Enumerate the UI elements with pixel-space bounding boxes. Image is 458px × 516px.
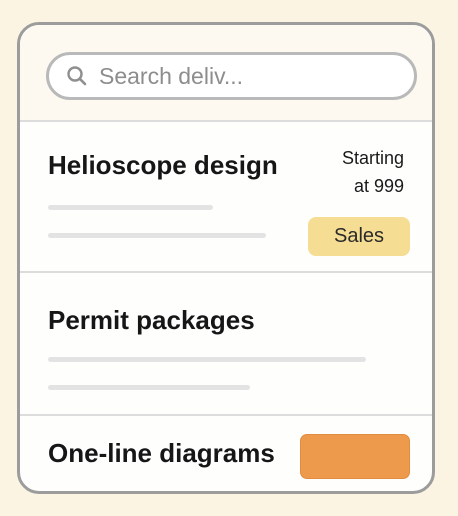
list-item-one-line-diagrams[interactable]: One-line diagrams [20,416,432,491]
placeholder-line [48,385,250,390]
placeholder-line [48,205,213,210]
price-line-2: at 999 [353,176,404,196]
placeholder-line [48,233,266,238]
search-bar[interactable] [46,52,417,100]
list-item-helioscope-design[interactable]: Helioscope design Starting at 999 Sales [20,122,432,273]
search-input[interactable] [99,62,369,90]
price-line-1: Starting [341,148,404,168]
item-price: Starting at 999 [284,144,404,200]
item-title: Permit packages [48,305,255,335]
card-header [20,25,432,122]
deliverables-card: Helioscope design Starting at 999 Sales … [17,22,435,494]
placeholder-line [48,357,366,362]
sales-badge: Sales [308,217,410,256]
search-icon [67,66,87,86]
item-title: Helioscope design [48,150,278,180]
list-item-permit-packages[interactable]: Permit packages [20,273,432,416]
item-title: One-line diagrams [48,438,275,468]
action-button[interactable] [300,434,410,479]
